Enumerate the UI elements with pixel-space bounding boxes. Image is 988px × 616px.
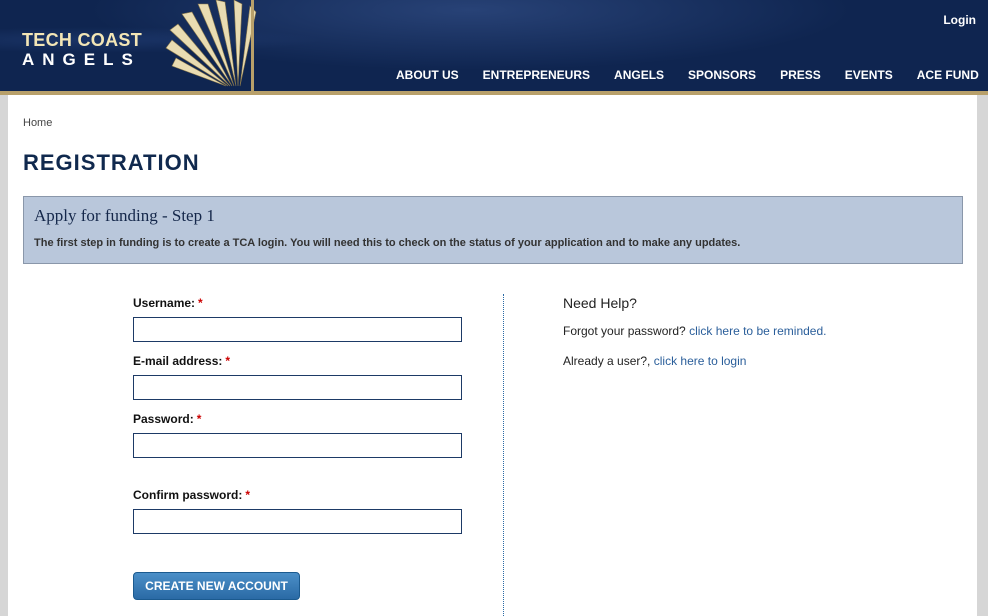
email-input[interactable] bbox=[133, 375, 462, 400]
password-label-text: Password: bbox=[133, 412, 194, 426]
help-title: Need Help? bbox=[563, 295, 637, 311]
column-divider bbox=[503, 294, 504, 616]
nav-item-angels[interactable]: ANGELS bbox=[614, 68, 664, 82]
main-nav: ABOUT US ENTREPRENEURS ANGELS SPONSORS P… bbox=[396, 68, 979, 82]
step-title: Apply for funding - Step 1 bbox=[34, 206, 215, 225]
nav-item-press[interactable]: PRESS bbox=[780, 68, 821, 82]
confirm-password-input[interactable] bbox=[133, 509, 462, 534]
required-marker: * bbox=[245, 488, 251, 502]
nav-item-sponsors[interactable]: SPONSORS bbox=[688, 68, 756, 82]
login-help-link[interactable]: click here to login bbox=[654, 354, 747, 368]
required-marker: * bbox=[198, 296, 203, 310]
nav-item-about-us[interactable]: ABOUT US bbox=[396, 68, 459, 82]
required-marker: * bbox=[225, 354, 231, 368]
email-label: E-mail address: * bbox=[133, 354, 230, 368]
forgot-password-line: Forgot your password? click here to be r… bbox=[563, 324, 826, 338]
confirm-password-label-text: Confirm password: bbox=[133, 488, 243, 502]
angel-wings-icon bbox=[165, 0, 257, 87]
site-header: TECH COAST ANGELS Login ABOUT US ENTREPR… bbox=[0, 0, 988, 92]
logo-text-top: TECH COAST bbox=[22, 30, 142, 50]
breadcrumb-home[interactable]: Home bbox=[23, 117, 52, 129]
username-input[interactable] bbox=[133, 317, 462, 342]
nav-item-events[interactable]: EVENTS bbox=[845, 68, 893, 82]
username-label-text: Username: bbox=[133, 296, 196, 310]
existing-user-line: Already a user?, click here to login bbox=[563, 354, 746, 368]
site-logo[interactable]: TECH COAST ANGELS bbox=[22, 30, 142, 69]
header-gold-bar bbox=[0, 91, 988, 95]
page-frame-right bbox=[977, 95, 988, 616]
password-label: Password: * bbox=[133, 412, 201, 426]
nav-item-entrepreneurs[interactable]: ENTREPRENEURS bbox=[483, 68, 590, 82]
step-info-box: Apply for funding - Step 1 The first ste… bbox=[23, 196, 963, 264]
required-marker: * bbox=[196, 412, 202, 426]
logo-text-bottom: ANGELS bbox=[22, 50, 141, 69]
password-input[interactable] bbox=[133, 433, 462, 458]
header-divider bbox=[251, 0, 254, 92]
email-label-text: E-mail address: bbox=[133, 354, 223, 368]
page-title: REGISTRATION bbox=[23, 150, 200, 175]
page-frame-left bbox=[0, 95, 8, 616]
confirm-password-label: Confirm password: * bbox=[133, 488, 250, 502]
login-link[interactable]: Login bbox=[943, 13, 976, 27]
step-description: The first step in funding is to create a… bbox=[34, 237, 741, 249]
nav-item-ace-fund[interactable]: ACE FUND bbox=[917, 68, 979, 82]
existing-user-text: Already a user?, bbox=[563, 354, 651, 368]
create-account-button[interactable]: CREATE NEW ACCOUNT bbox=[133, 572, 300, 600]
forgot-password-text: Forgot your password? bbox=[563, 324, 686, 338]
forgot-password-link[interactable]: click here to be reminded. bbox=[689, 324, 826, 338]
username-label: Username: * bbox=[133, 296, 203, 310]
